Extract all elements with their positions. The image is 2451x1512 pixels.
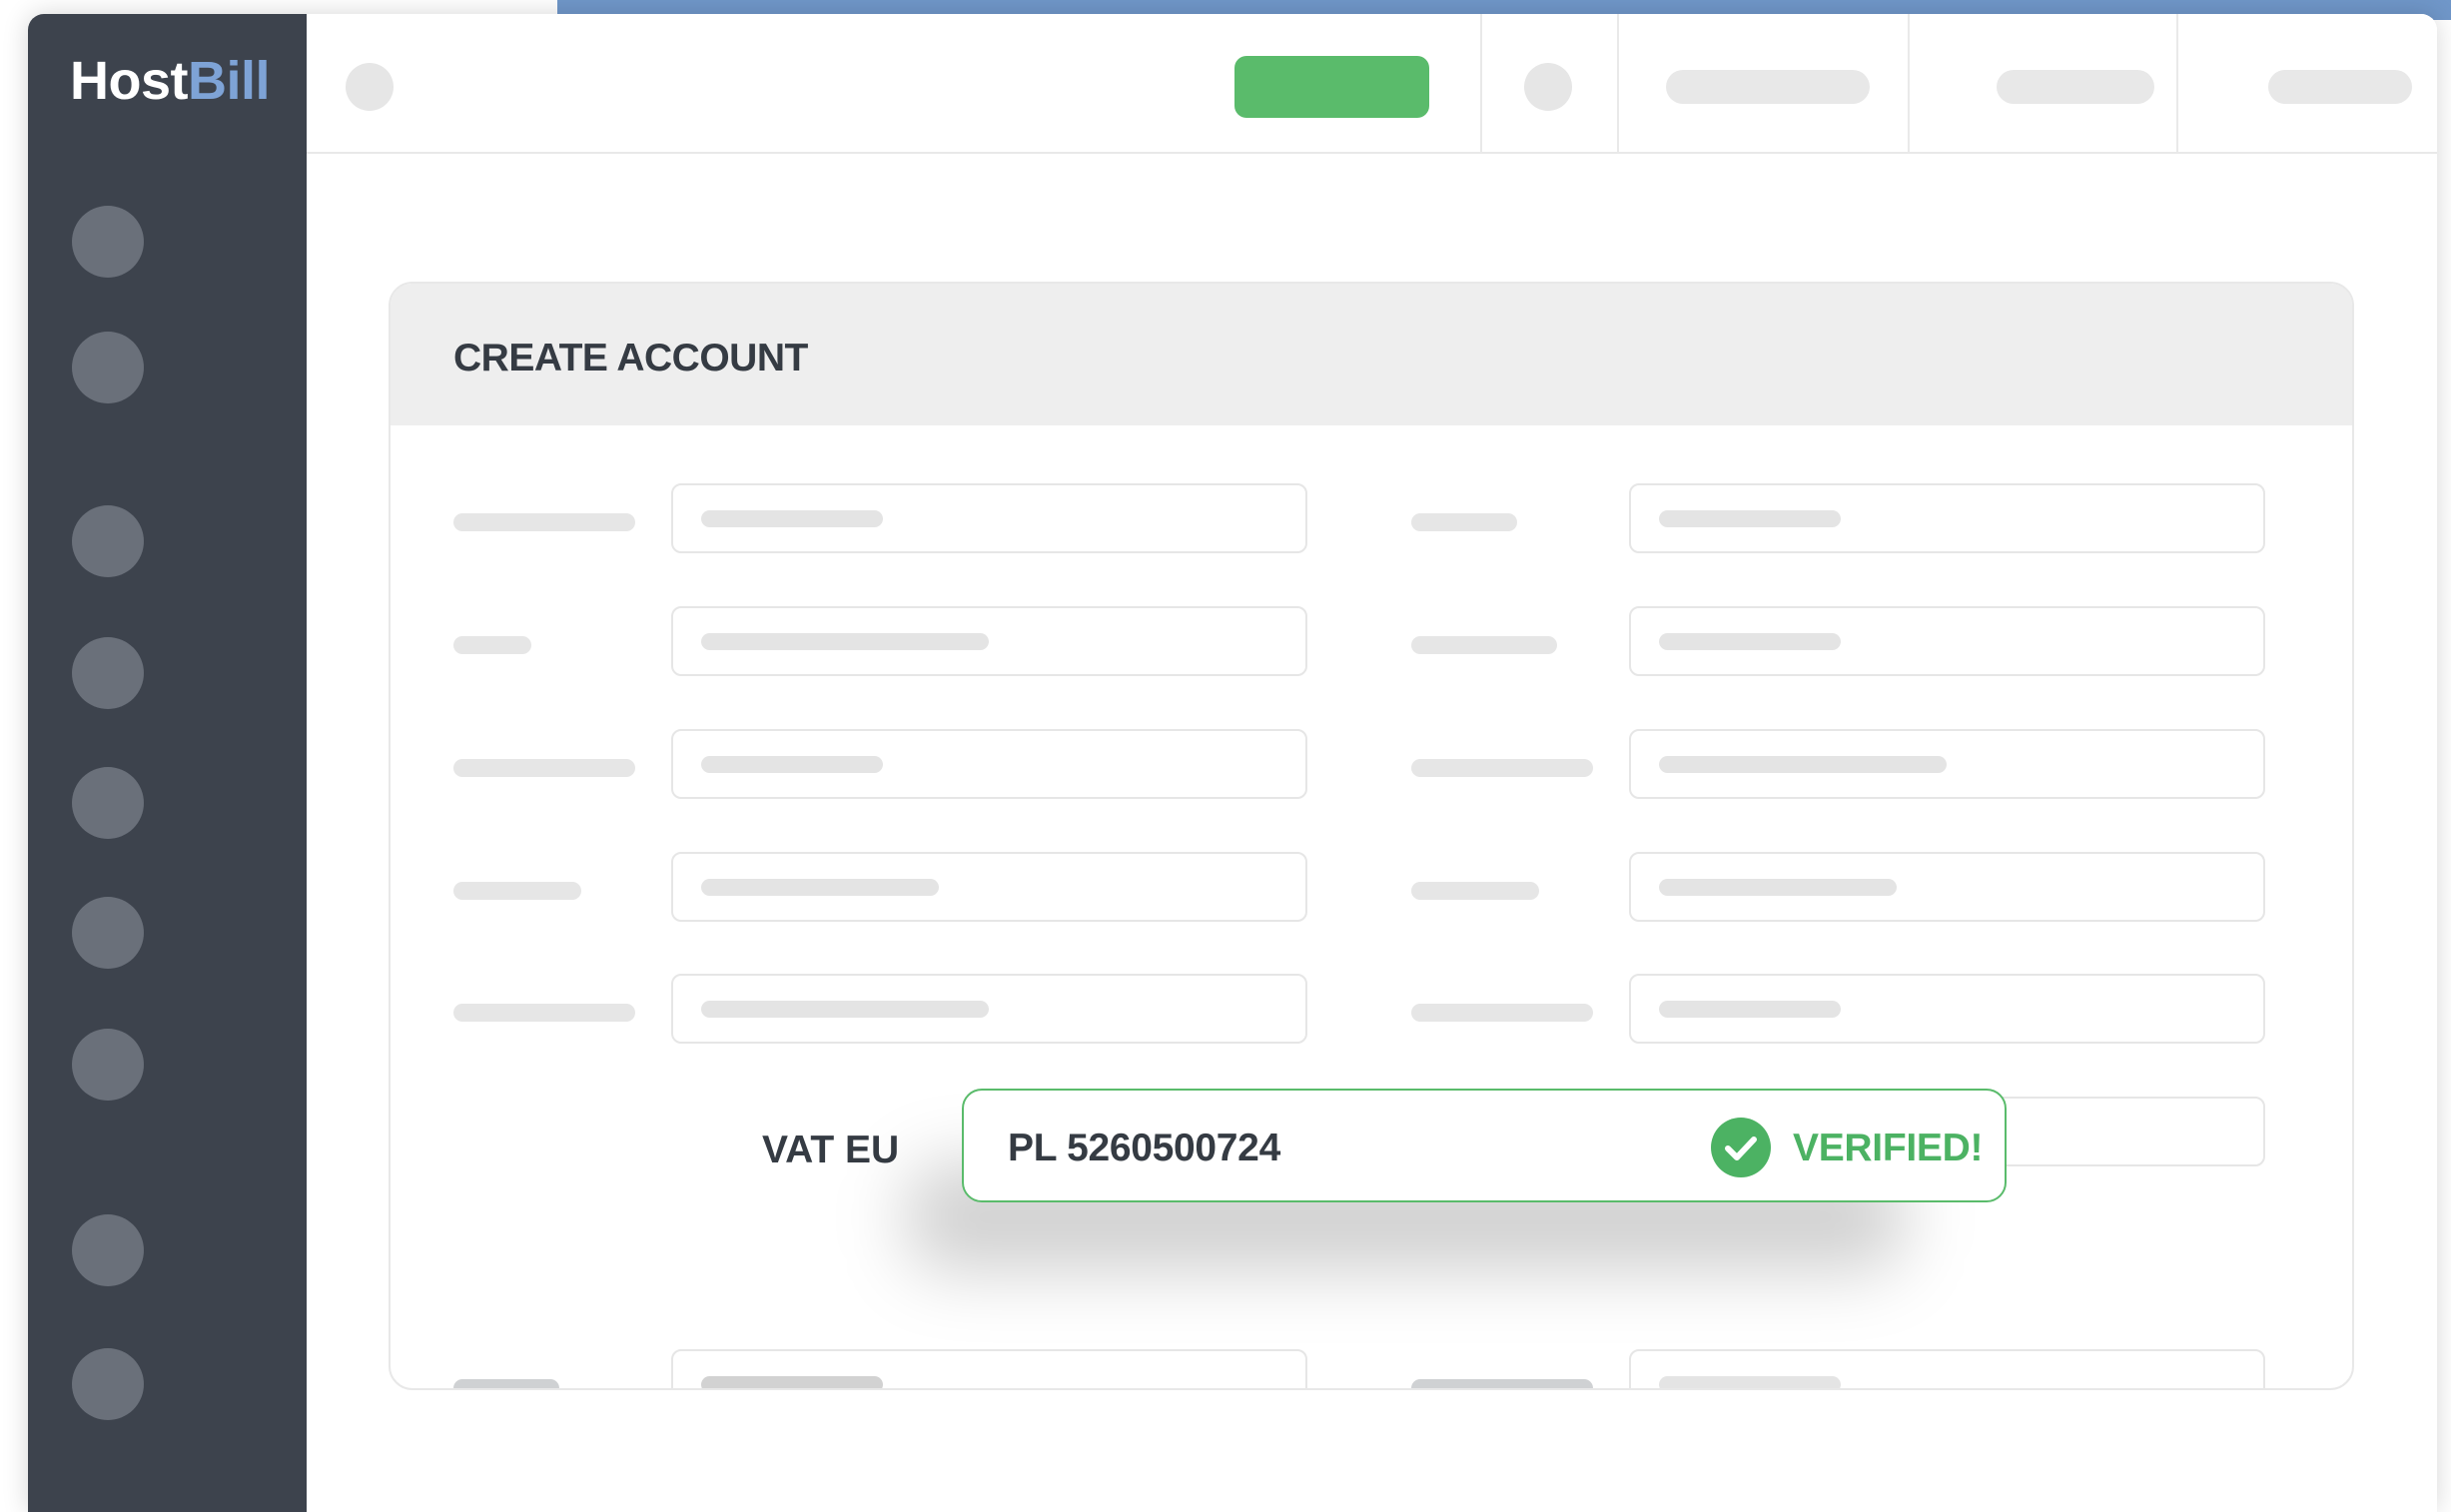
field-label [1411,636,1557,654]
form-input[interactable] [671,729,1307,799]
top-bar [307,14,2437,154]
topbar-divider [2176,14,2178,152]
main-content: CREATE ACCOUNT VAT EU PL 5260500724 VERI… [307,14,2437,1512]
field-label [453,513,635,531]
sidebar-nav-icon-4[interactable] [72,637,144,709]
primary-action-button[interactable] [1234,56,1429,118]
field-label [1411,513,1517,531]
sidebar-nav-icon-1[interactable] [72,206,144,278]
app-window: HostBill CREATE ACCOUNT VAT EU PL 526050… [28,14,2437,1512]
input-value-placeholder [701,756,883,773]
vat-eu-value: PL 5260500724 [1008,1127,1280,1169]
logo-text-host: Host [70,51,189,111]
topbar-menu-item-2[interactable] [1997,70,2154,104]
vat-eu-input[interactable]: PL 5260500724 VERIFIED! [962,1089,2007,1202]
field-label [1411,882,1539,900]
input-value-placeholder [1659,1001,1841,1018]
topbar-divider [1908,14,1910,152]
field-label [1411,1379,1593,1388]
input-value-placeholder [701,1001,989,1018]
form-input[interactable] [671,974,1307,1044]
sidebar-nav-icon-5[interactable] [72,767,144,839]
form-input[interactable] [1629,483,2265,553]
field-label [1411,1004,1593,1022]
input-value-placeholder [1659,633,1841,650]
sidebar: HostBill [28,14,307,1512]
form-input[interactable] [671,1349,1307,1388]
input-value-placeholder [1659,879,1897,896]
field-label [453,636,531,654]
menu-toggle-icon[interactable] [346,63,394,111]
field-label [453,1379,559,1388]
sidebar-nav-icon-6[interactable] [72,897,144,969]
card-header: CREATE ACCOUNT [391,284,2352,425]
check-circle-icon [1711,1118,1771,1177]
hostbill-logo[interactable]: HostBill [70,51,271,111]
input-value-placeholder [701,879,939,896]
notifications-icon[interactable] [1524,63,1572,111]
input-value-placeholder [701,1376,883,1388]
logo-text-bill: Bill [188,51,271,111]
vat-verified-status: VERIFIED! [1793,1127,1984,1169]
topbar-divider [1480,14,1482,152]
form-input[interactable] [671,606,1307,676]
vat-eu-label: VAT EU [762,1129,900,1171]
input-value-placeholder [701,633,989,650]
field-label [453,1004,635,1022]
form-input[interactable] [1629,974,2265,1044]
topbar-divider [1617,14,1619,152]
input-value-placeholder [1659,1376,1841,1388]
field-label [453,882,581,900]
field-label [1411,759,1593,777]
form-input[interactable] [1629,729,2265,799]
topbar-menu-item-1[interactable] [1666,70,1870,104]
sidebar-nav-icon-7[interactable] [72,1029,144,1101]
form-input[interactable] [1629,852,2265,922]
sidebar-nav-icon-8[interactable] [72,1214,144,1286]
sidebar-nav-icon-9[interactable] [72,1348,144,1420]
field-label [453,759,635,777]
sidebar-nav-icon-3[interactable] [72,505,144,577]
card-title: CREATE ACCOUNT [453,337,808,379]
sidebar-nav-icon-2[interactable] [72,332,144,403]
form-input[interactable] [1629,606,2265,676]
form-input[interactable] [671,852,1307,922]
input-value-placeholder [1659,510,1841,527]
topbar-menu-item-3[interactable] [2268,70,2412,104]
input-value-placeholder [1659,756,1947,773]
form-input[interactable] [1629,1349,2265,1388]
form-input[interactable] [671,483,1307,553]
input-value-placeholder [701,510,883,527]
